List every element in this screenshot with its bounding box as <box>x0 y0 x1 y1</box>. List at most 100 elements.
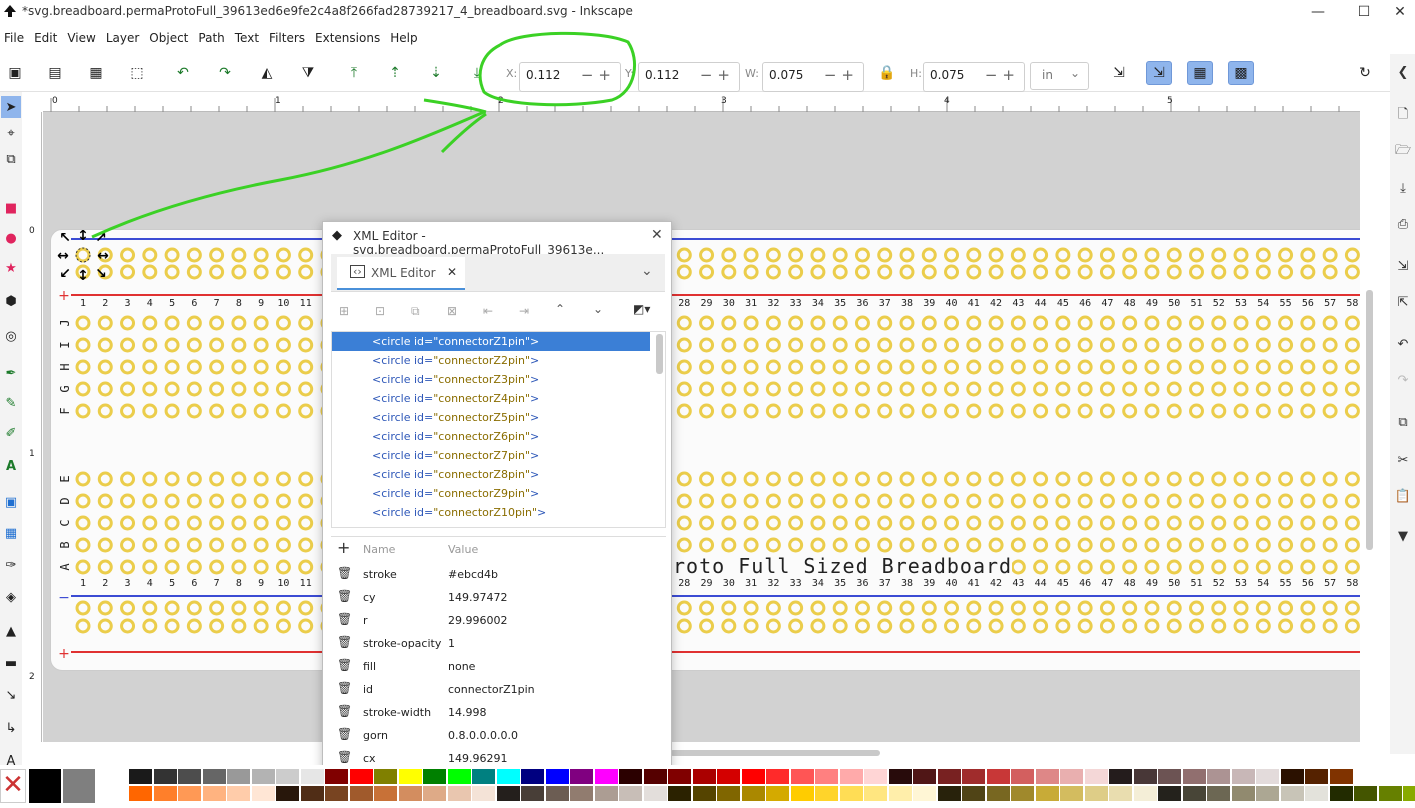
tree-node[interactable]: <circle id="connectorZ6pin"> <box>332 427 650 446</box>
color-swatch[interactable] <box>741 786 765 801</box>
color-swatch[interactable] <box>1084 769 1108 784</box>
tree-node[interactable]: <circle id="connectorZ7pin"> <box>332 446 650 465</box>
h-stepper[interactable]: −+ <box>985 66 1020 84</box>
color-swatch[interactable] <box>300 786 324 801</box>
color-swatch[interactable] <box>864 786 887 801</box>
vertical-scrollbar[interactable] <box>1366 290 1373 550</box>
flip-horizontal-icon[interactable]: ◭ <box>254 61 280 85</box>
color-swatch[interactable] <box>251 769 275 784</box>
chevron-left-icon[interactable]: ❮ <box>1394 62 1412 82</box>
spiral-tool-icon[interactable]: ◎ <box>1 325 21 347</box>
color-swatch[interactable] <box>349 786 373 801</box>
color-swatch[interactable] <box>63 769 95 803</box>
copy-icon[interactable]: ⧉ <box>1394 412 1412 432</box>
color-swatch[interactable] <box>153 769 177 784</box>
color-swatch[interactable] <box>913 786 936 801</box>
tweak-tool-icon[interactable]: ⧉ <box>1 148 21 170</box>
w-value[interactable]: 0.075 <box>769 68 803 82</box>
redo-icon[interactable]: ↷ <box>1394 370 1412 390</box>
delete-attribute-icon[interactable]: 🗑 <box>337 727 352 741</box>
delete-attribute-icon[interactable]: 🗑 <box>337 681 352 695</box>
canvas[interactable]: 1234567891011121314151617181920212223242… <box>43 112 1360 742</box>
maximize-button[interactable]: ☐ <box>1341 0 1387 24</box>
more-icon[interactable]: ▼ <box>1394 526 1412 546</box>
color-swatch[interactable] <box>1231 769 1255 784</box>
color-swatch[interactable] <box>619 786 642 801</box>
lock-icon[interactable]: 🔒 <box>874 61 900 85</box>
color-swatch[interactable] <box>913 769 936 784</box>
paint-bucket-tool-icon[interactable]: ◈ <box>1 586 21 608</box>
save-icon[interactable]: ⤓ <box>1394 178 1412 198</box>
spray-tool-icon[interactable]: ▲ <box>1 620 21 642</box>
color-swatch[interactable] <box>1060 786 1083 801</box>
lower-to-bottom-icon[interactable]: ⤓ <box>464 61 490 85</box>
color-swatch[interactable] <box>1403 786 1415 801</box>
color-swatch[interactable] <box>129 786 152 801</box>
duplicate-node-icon[interactable]: ⧉ <box>411 304 420 319</box>
color-swatch[interactable] <box>153 786 177 801</box>
color-swatch[interactable] <box>962 769 985 784</box>
color-swatch[interactable] <box>668 786 691 801</box>
delete-attribute-icon[interactable]: 🗑 <box>337 566 352 580</box>
new-text-node-icon[interactable]: ⊡ <box>375 304 385 318</box>
circle-tool-icon[interactable]: ● <box>1 227 21 249</box>
tree-node[interactable]: <circle id="connectorZ9pin"> <box>332 484 650 503</box>
color-swatch[interactable] <box>839 786 863 801</box>
color-swatch[interactable] <box>1207 786 1230 801</box>
color-swatch[interactable] <box>1109 769 1132 784</box>
attribute-row[interactable]: 🗑 stroke-width 14.998 <box>331 700 666 723</box>
pencil-tool-icon[interactable]: ✎ <box>1 392 21 414</box>
tree-node[interactable]: <circle id="connectorZ1pin"> <box>332 332 650 351</box>
tree-node[interactable]: <circle id="connectorZ5pin"> <box>332 408 650 427</box>
color-swatch[interactable] <box>423 786 446 801</box>
color-swatch[interactable] <box>643 769 667 784</box>
breadboard[interactable]: 1234567891011121314151617181920212223242… <box>50 229 1360 671</box>
scale-corners-icon[interactable]: ⇲ <box>1146 61 1172 85</box>
color-swatch[interactable] <box>472 769 495 784</box>
select-all-layers-icon[interactable]: ▤ <box>42 61 68 85</box>
add-attribute-icon[interactable]: + <box>337 538 350 557</box>
color-swatch[interactable] <box>398 769 422 784</box>
attribute-row[interactable]: 🗑 id connectorZ1pin <box>331 677 666 700</box>
color-swatch[interactable] <box>496 769 520 784</box>
pen-tool-icon[interactable]: ✒ <box>1 362 21 384</box>
color-swatch[interactable] <box>129 769 152 784</box>
color-swatch[interactable] <box>619 769 642 784</box>
attribute-row[interactable]: 🗑 stroke-opacity 1 <box>331 631 666 654</box>
scale-stroke-icon[interactable]: ⇲ <box>1106 61 1132 85</box>
color-swatch[interactable] <box>1011 769 1034 784</box>
menu-file[interactable]: File <box>0 28 30 45</box>
delete-attribute-icon[interactable]: 🗑 <box>337 658 352 672</box>
color-swatch[interactable] <box>374 769 397 784</box>
color-swatch[interactable] <box>692 769 716 784</box>
color-swatch[interactable] <box>521 786 544 801</box>
color-swatch[interactable] <box>741 769 765 784</box>
tree-node[interactable]: <circle id="connectorZ4pin"> <box>332 389 650 408</box>
color-swatch[interactable] <box>937 786 961 801</box>
delete-attribute-icon[interactable]: 🗑 <box>337 704 352 718</box>
color-swatch[interactable] <box>276 769 299 784</box>
color-swatch[interactable] <box>1109 786 1132 801</box>
color-swatch[interactable] <box>1182 769 1206 784</box>
new-element-node-icon[interactable]: ⊞ <box>339 304 349 318</box>
close-window-button[interactable]: ✕ <box>1385 0 1415 24</box>
color-swatch[interactable] <box>423 769 446 784</box>
menu-help[interactable]: Help <box>386 28 423 45</box>
color-swatch[interactable] <box>521 769 544 784</box>
import-icon[interactable]: ⇲ <box>1394 256 1412 276</box>
attribute-row[interactable]: 🗑 r 29.996002 <box>331 608 666 631</box>
chevron-down-icon[interactable]: ⌄ <box>641 263 653 279</box>
snap-icon[interactable]: ↻ <box>1352 61 1378 85</box>
color-swatch[interactable] <box>1354 786 1377 801</box>
tree-node[interactable]: <circle id="connectorZ2pin"> <box>332 351 650 370</box>
x-value[interactable]: 0.112 <box>526 68 560 82</box>
transform-patterns-icon[interactable]: ▩ <box>1228 61 1254 85</box>
tree-node[interactable]: <circle id="connectorZ8pin"> <box>332 465 650 484</box>
x-spinbox[interactable]: X: 0.112 −+ <box>506 62 621 92</box>
color-swatch[interactable] <box>472 786 495 801</box>
h-spinbox[interactable]: H: 0.075 −+ <box>910 62 1025 92</box>
color-swatch[interactable] <box>227 769 250 784</box>
color-swatch[interactable] <box>97 769 127 803</box>
delete-attribute-icon[interactable]: 🗑 <box>337 589 352 603</box>
color-swatch[interactable] <box>447 769 471 784</box>
